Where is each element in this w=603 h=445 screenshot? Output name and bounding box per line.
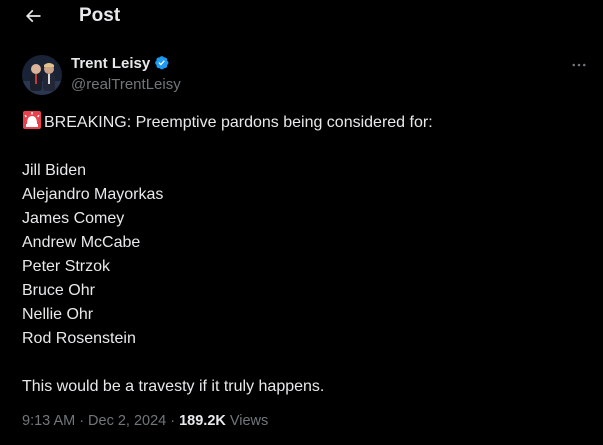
separator: ·	[170, 413, 176, 429]
more-options-button[interactable]	[568, 54, 590, 76]
post-headline: BREAKING: Preemptive pardons being consi…	[44, 114, 433, 131]
views-label: Views	[229, 413, 269, 429]
separator: ·	[79, 413, 85, 429]
page-title: Post	[79, 5, 121, 26]
list-item: Andrew McCabe	[22, 234, 141, 251]
post-date: Dec 2, 2024	[88, 413, 167, 429]
pardon-name-list: Jill Biden Alejandro Mayorkas James Come…	[22, 159, 582, 351]
views-count: 189.2K	[179, 413, 226, 429]
list-item: Bruce Ohr	[22, 282, 95, 299]
arrow-left-icon	[25, 9, 41, 23]
list-item: Peter Strzok	[22, 258, 111, 275]
author-handle[interactable]: @realTrentLeisy	[71, 76, 181, 93]
list-item: Jill Biden	[22, 162, 87, 179]
list-item: Nellie Ohr	[22, 306, 94, 323]
post-text: BREAKING: Preemptive pardons being consi…	[22, 110, 582, 399]
author-display-name[interactable]: Trent Leisy	[71, 55, 150, 72]
top-bar: Post	[0, 0, 603, 34]
verified-badge-icon	[154, 55, 171, 72]
avatar-photo	[22, 55, 62, 95]
more-options-icon	[572, 63, 586, 67]
back-button[interactable]	[20, 3, 46, 29]
avatar[interactable]	[22, 55, 62, 95]
police-siren-icon	[22, 110, 42, 130]
post-timestamp[interactable]: 9:13 AM · Dec 2, 2024	[22, 413, 166, 429]
list-item: Rod Rosenstein	[22, 330, 136, 347]
post-time: 9:13 AM	[22, 413, 76, 429]
post-closing-line: This would be a travesty if it truly hap…	[22, 378, 325, 395]
list-item: James Comey	[22, 210, 125, 227]
author-name-row: Trent Leisy	[71, 55, 171, 72]
list-item: Alejandro Mayorkas	[22, 186, 164, 203]
post-headline-line: BREAKING: Preemptive pardons being consi…	[22, 110, 582, 135]
post-metadata: 9:13 AM · Dec 2, 2024 · 189.2K Views	[22, 413, 268, 429]
